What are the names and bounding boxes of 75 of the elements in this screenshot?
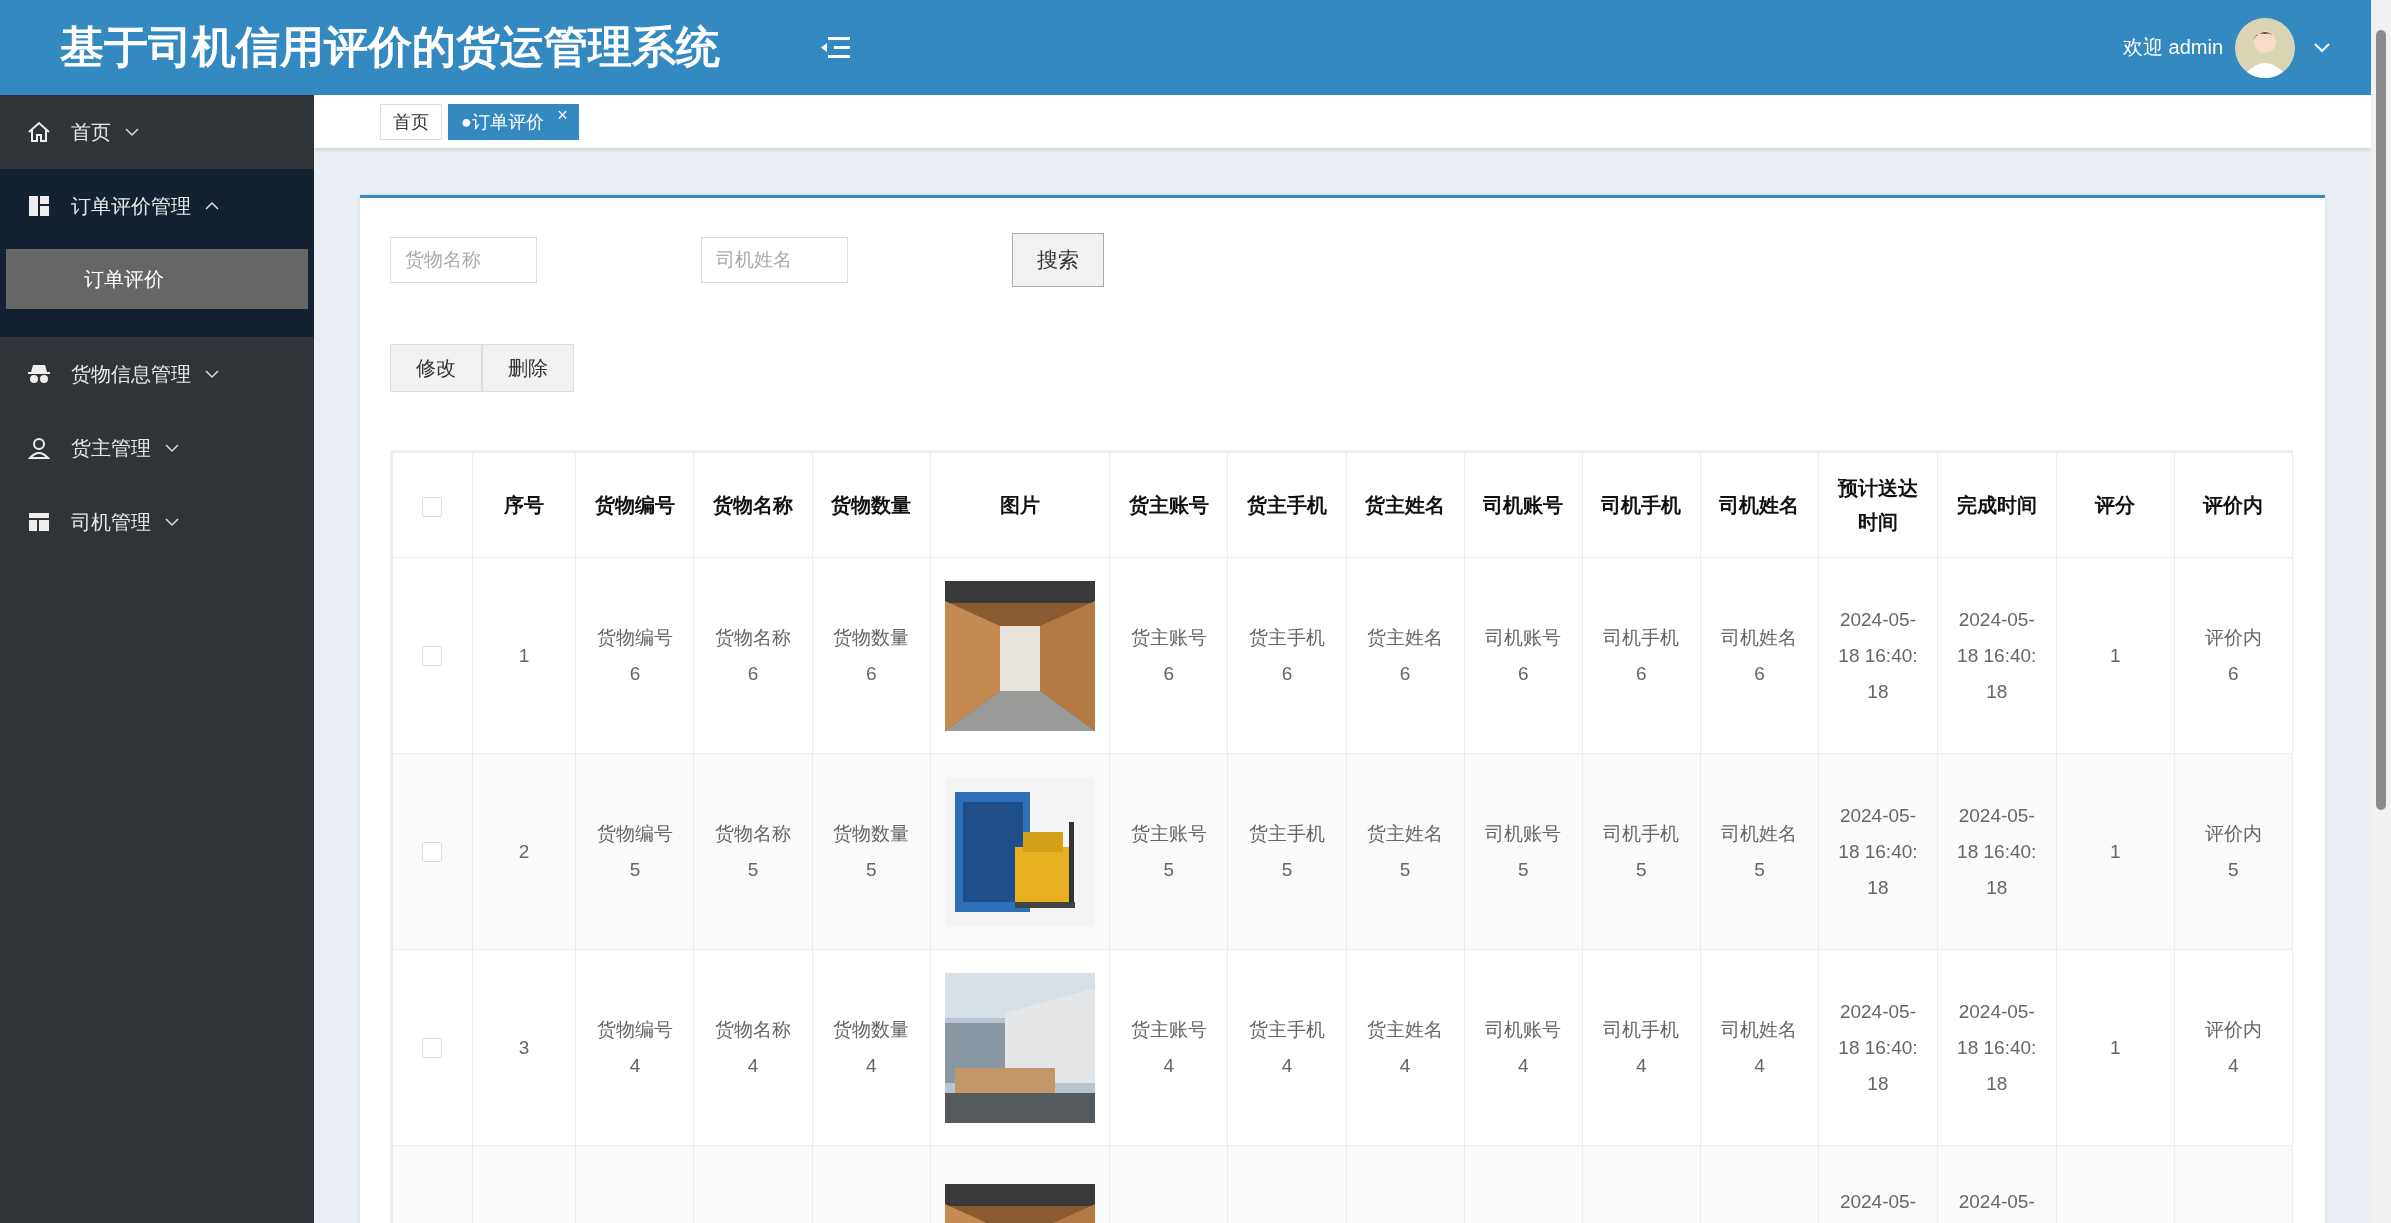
table-cell-text: 货物名称 6	[715, 625, 792, 686]
table-cell-text: 司机姓名 6	[1721, 625, 1798, 686]
column-header: 货主账号	[1128, 493, 1209, 518]
table-cell-text: 2024-05- 18 16:40: 18	[1838, 803, 1918, 900]
table-cell-text: 货主账号 4	[1130, 1017, 1207, 1078]
table-cell-text: 2024-05- 18 16:40: 18	[1838, 999, 1918, 1096]
table-cell-text: 货主手机 6	[1249, 625, 1325, 686]
table-cell-text: 司机账号 4	[1485, 1017, 1562, 1078]
table-cell-text: 司机手机 6	[1603, 625, 1680, 686]
sidebar-subitem[interactable]: 订单评价	[6, 249, 308, 309]
tab[interactable]: ●订单评价 ×	[448, 103, 579, 140]
app-title: 基于司机信用评价的货运管理系统	[60, 21, 721, 73]
column-header: 司机账号	[1483, 493, 1564, 518]
table-cell-text: 货物数量 6	[833, 625, 910, 686]
input-field[interactable]: 货物名称	[390, 237, 537, 283]
table-cell-text: 货主账号 6	[1130, 625, 1207, 686]
table-cell-text: 货物数量 5	[833, 821, 910, 882]
table-cell-text: 司机姓名 4	[1721, 1017, 1798, 1078]
table-cell-text: 评价内 6	[2204, 625, 2262, 686]
column-header: 评分	[2095, 493, 2136, 518]
table-cell-text: 司机姓名 5	[1721, 821, 1798, 882]
sidebar-item[interactable]: 首页	[0, 95, 314, 169]
input-field[interactable]: 司机姓名	[701, 237, 848, 283]
sidebar-item[interactable]: 货主管理	[0, 411, 314, 485]
table-cell-text: 货物名称 5	[715, 821, 792, 882]
table-cell-text: 货物编号 4	[596, 1017, 673, 1078]
table-cell-text: 货物数量 4	[833, 1017, 910, 1078]
table-cell-text: 司机账号 6	[1485, 625, 1562, 686]
column-header: 完成时间	[1956, 493, 2037, 518]
table-cell-text: 司机手机 5	[1603, 821, 1680, 882]
table-cell-text: 2024-05- 18 16:40: 18	[1838, 607, 1918, 704]
table-cell-text: 货物编号 6	[596, 625, 673, 686]
table-cell-text: 1	[2109, 643, 2121, 668]
table-cell-text: 货物名称 4	[715, 1017, 792, 1078]
table-cell-text: 2024-05- 18 16:40: 18	[1957, 803, 2037, 900]
table-cell-text: 2024-05-	[1958, 1190, 2035, 1214]
table-cell-text: 货主姓名 5	[1367, 821, 1444, 882]
action-button[interactable]: 修改	[390, 344, 482, 392]
column-header: 图片	[1000, 493, 1040, 518]
sidebar-item[interactable]: 货物信息管理	[0, 337, 314, 411]
action-button[interactable]: 删除	[482, 344, 574, 392]
table-cell-text: 2024-05-	[1839, 1190, 1916, 1214]
column-header: 序号	[504, 493, 545, 518]
table-cell-text: 评价内 4	[2204, 1017, 2262, 1078]
table-cell-text: 货主姓名 4	[1367, 1017, 1444, 1078]
table-cell-text: 货主姓名 6	[1367, 625, 1444, 686]
table-cell-text: 货物编号 5	[596, 821, 673, 882]
table-cell-text: 货主账号 5	[1130, 821, 1207, 882]
table-cell-text: 2	[518, 839, 530, 864]
table-cell-text: 评价内 5	[2204, 821, 2262, 882]
sidebar-item[interactable]: 订单评价管理	[0, 169, 314, 243]
column-header: 货物编号	[594, 493, 675, 518]
sidebar-item[interactable]: 司机管理	[0, 485, 314, 559]
table-cell-text: 3	[518, 1035, 530, 1060]
column-header: 货物名称	[713, 493, 794, 518]
tab[interactable]: 首页	[380, 103, 442, 140]
close-button[interactable]: ×	[557, 104, 568, 126]
column-header: 评价内	[2203, 493, 2264, 518]
table-cell-text: 司机手机 4	[1603, 1017, 1680, 1078]
table-cell-text: 1	[518, 643, 530, 668]
table-cell-text: 司机账号 5	[1485, 821, 1562, 882]
column-header: 司机手机	[1601, 493, 1682, 518]
table-cell-text: 货主手机 4	[1249, 1017, 1325, 1078]
column-header: 货主手机	[1247, 493, 1327, 518]
table-cell-text: 1	[2109, 839, 2121, 864]
column-header: 司机姓名	[1719, 493, 1800, 518]
search-button[interactable]: 搜索	[1012, 233, 1104, 287]
column-header: 货主姓名	[1365, 493, 1446, 518]
column-header: 货物数量	[831, 493, 912, 518]
table-cell-text: 货主手机 5	[1249, 821, 1325, 882]
welcome-text: 欢迎 admin	[2122, 35, 2223, 60]
table-cell-text: 2024-05- 18 16:40: 18	[1957, 999, 2037, 1096]
table-cell-text: 1	[2109, 1035, 2121, 1060]
column-header: 预计送达时间	[1836, 476, 1919, 535]
table-cell-text: 2024-05- 18 16:40: 18	[1957, 607, 2037, 704]
